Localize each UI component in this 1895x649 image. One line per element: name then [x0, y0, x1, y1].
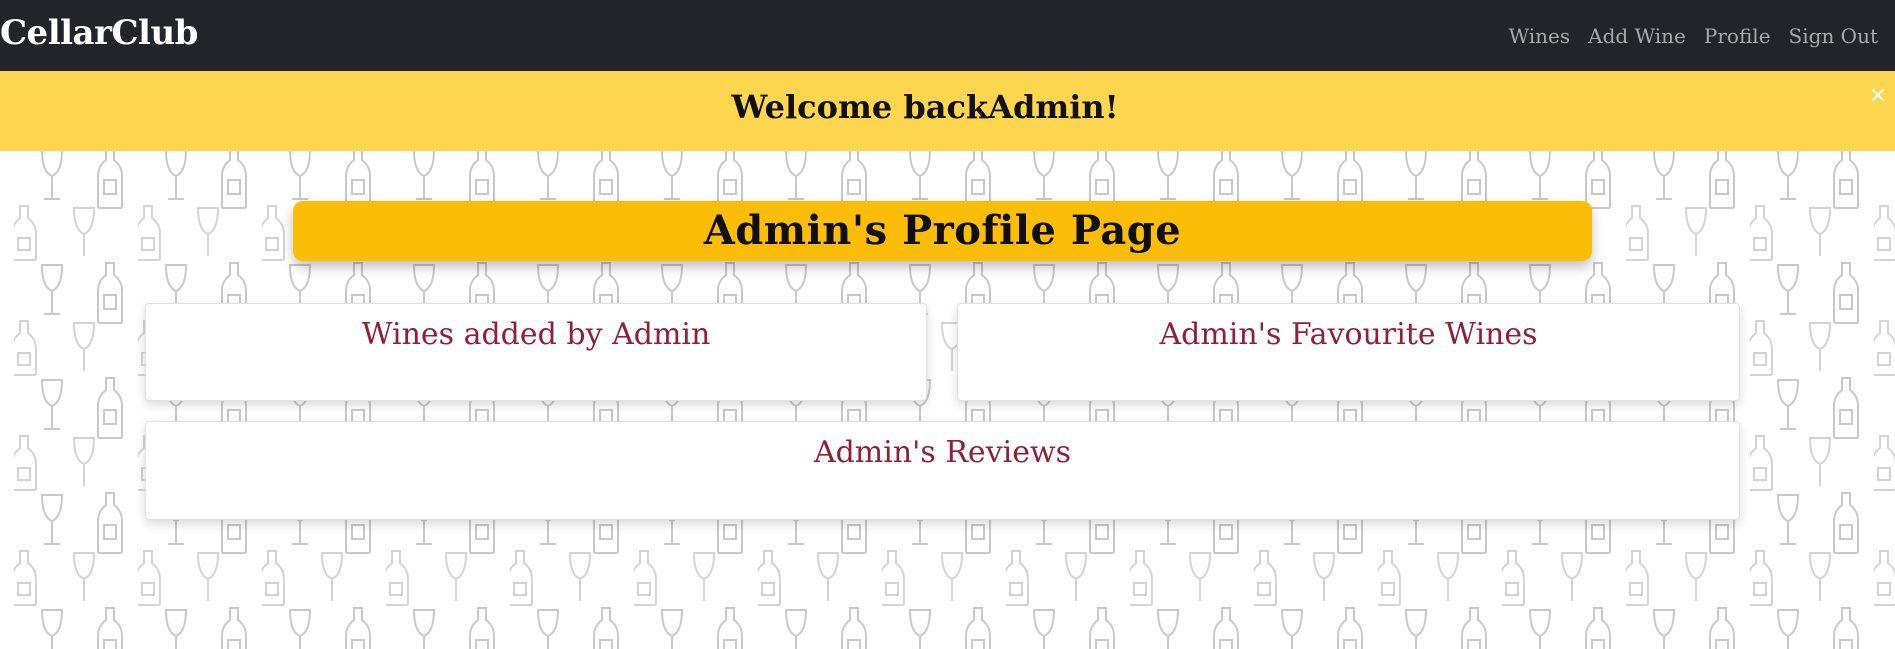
page-title: Admin's Profile Page: [703, 207, 1182, 254]
favourite-wines-title: Admin's Favourite Wines: [1159, 317, 1538, 352]
reviews-card: Admin's Reviews: [145, 421, 1740, 520]
navbar: CellarClub Wines Add Wine Profile Sign O…: [0, 0, 1895, 71]
profile-title-banner: Admin's Profile Page: [293, 201, 1592, 261]
alert-message: Welcome backAdmin!: [731, 88, 1119, 126]
close-icon[interactable]: ×: [1869, 85, 1887, 107]
nav-links: Wines Add Wine Profile Sign Out: [1491, 24, 1878, 48]
brand-logo[interactable]: CellarClub: [0, 13, 198, 53]
welcome-alert: Welcome backAdmin! ×: [0, 71, 1895, 151]
favourite-wines-card: Admin's Favourite Wines: [957, 303, 1740, 401]
nav-link-profile[interactable]: Profile: [1704, 24, 1771, 48]
reviews-title: Admin's Reviews: [813, 435, 1072, 470]
nav-link-sign-out[interactable]: Sign Out: [1789, 24, 1878, 48]
nav-link-add-wine[interactable]: Add Wine: [1588, 24, 1686, 48]
wines-added-card: Wines added by Admin: [145, 303, 927, 401]
wines-added-title: Wines added by Admin: [361, 317, 711, 352]
nav-link-wines[interactable]: Wines: [1509, 24, 1571, 48]
